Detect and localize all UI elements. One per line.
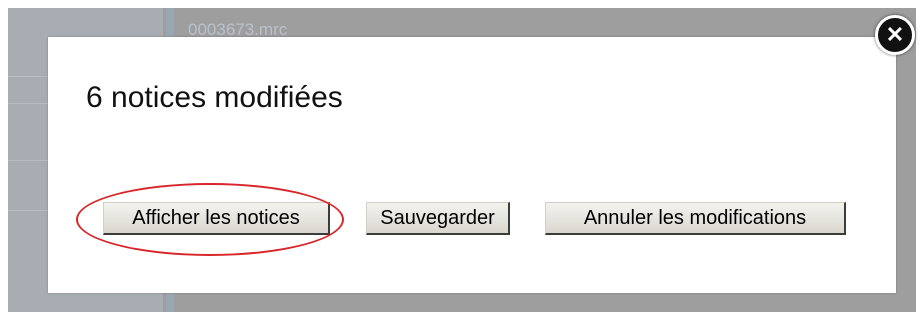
modified-records-dialog: 6 notices modifiées Afficher les notices… xyxy=(48,37,896,293)
show-records-button[interactable]: Afficher les notices xyxy=(103,202,330,235)
save-button[interactable]: Sauvegarder xyxy=(366,202,510,235)
cancel-changes-button[interactable]: Annuler les modifications xyxy=(545,202,846,235)
dialog-title: 6 notices modifiées xyxy=(86,81,343,114)
close-icon[interactable]: ✕ xyxy=(875,15,915,55)
